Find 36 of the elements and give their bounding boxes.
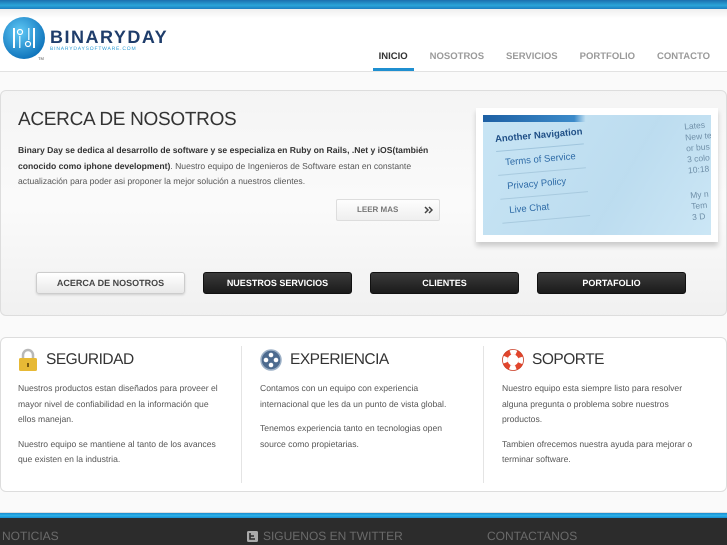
preview-text: 3 colo [686,152,711,166]
feature-text: Nuestro equipo esta siempre listo para resolver alguna pregunta o problema sobre nuestros productos. [502,382,684,426]
padlock-icon [18,348,38,372]
film-reel-icon [260,349,282,371]
preview-text: Tem [690,200,709,212]
feature-text: Tambien ofrecemos nuestra ayuda para mejorar o terminar software. [502,438,694,466]
preview-text: or bus [686,141,711,154]
preview-text: My n [690,188,710,202]
footer-heading: CONTACTANOS [486,529,578,543]
section-tab[interactable]: ACERCA DE NOSOTROS [36,272,185,294]
section-tab[interactable]: NUESTROS SERVICIOS [203,272,352,294]
feature-title: EXPERIENCIA [290,351,389,369]
feature-title: SOPORTE [532,351,604,369]
feature-text: Nuestros productos estan diseñados para proveer el mayor nivel de confiabilidad en la información que ellos manejan. [18,382,219,426]
section-tab[interactable]: CLIENTES [370,272,519,294]
about-text: Binary Day se dedica al desarrollo de software y se especializa en Ruby on Rails, .Net y iOS(también conocido como iphone development). Nuestro equipo de Ingenieros de Software estan en constante actualización para poder asi proponer la mejor solución a nuestros clientes. [18,144,430,188]
lifebuoy-icon [502,349,524,371]
read-more-button[interactable]: LEER MAS [336,198,440,220]
preview-heading: Another Navigation [494,122,584,152]
feature-text: Nuestro equipo se mantiene al tanto de los avances que existen en la industria. [18,438,217,466]
preview-text: 3 D [692,210,707,224]
nav-link[interactable]: INICIO [372,51,414,71]
twitter-icon [246,530,258,542]
logo-icon [2,16,46,60]
feature-title: SEGURIDAD [46,351,134,369]
footer-heading: NOTICIAS [2,529,59,543]
preview-text: 10:18 [688,163,711,176]
double-chevron-icon [424,206,433,214]
feature-text: Tenemos experiencia tanto en tecnologias open source como propietarias. [260,422,444,451]
preview-text: Lates [684,119,706,132]
feature-text: Contamos con un equipo con experiencia internacional que les da un punto de vista global. [260,382,448,411]
logo-name: BINARYDAY [50,28,168,46]
about-title: ACERCA DE NOSOTROS [18,109,238,131]
section-tab[interactable]: PORTAFOLIO [537,272,686,294]
preview-text: New te [684,130,711,144]
footer-heading: SIGUENOS EN TWITTER [262,529,403,543]
